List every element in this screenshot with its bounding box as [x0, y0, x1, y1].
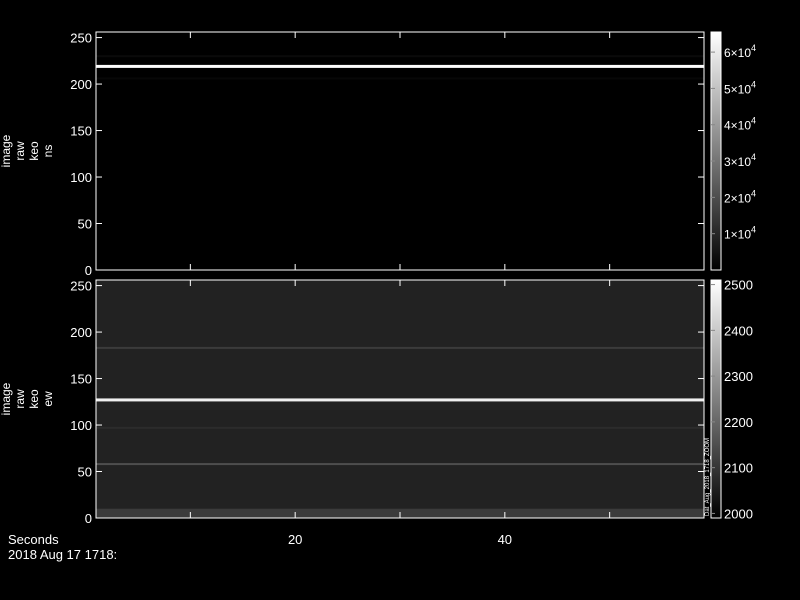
colorbar-tick-label: 2000 [724, 506, 753, 521]
heatmap-image-ns [96, 32, 704, 270]
panel-ns: 0 50 100 150 200 250 image raw keo ns 1×104 2×104… [0, 31, 756, 278]
y-label-word: image [0, 382, 13, 415]
x-axis-title: Seconds [8, 532, 59, 547]
x-tick-label: 40 [498, 532, 512, 547]
y-tick-label: 0 [85, 263, 92, 278]
date-label: 2018 Aug 17 1718: [8, 547, 117, 562]
y-axis-label-ns: image raw keo ns [0, 134, 55, 167]
colorbar-ew: 2000 2100 2200 2300 2400 2500 Dat_Aug_2018_17… [705, 278, 753, 522]
colorbar-tick-label: 2400 [724, 323, 753, 338]
colorbar-tick-label: 5×104 [724, 79, 756, 96]
heatmap-feature-row [96, 77, 704, 80]
heatmap-feature-row [96, 64, 704, 68]
y-tick-label: 50 [78, 465, 92, 480]
colorbar-ns: 1×104 2×104 3×104 4×104 5×104 6×104 [710, 31, 756, 271]
colorbar-tick-label: 3×104 [724, 152, 756, 169]
y-tick-label: 100 [70, 170, 92, 185]
colorbar-gradient-ns [710, 31, 722, 271]
panel-ew: 0 50 100 150 200 250 image raw keo ew 2000 2100 22… [0, 278, 753, 526]
colorbar-tick-label: 2×104 [724, 188, 756, 205]
y-label-word: raw [13, 389, 27, 409]
heatmap-feature-row [96, 346, 704, 349]
y-label-word: image [0, 134, 13, 167]
y-tick-label: 100 [70, 418, 92, 433]
y-label-word: keo [27, 141, 41, 161]
x-axis-labels: 20 40 [288, 532, 512, 547]
y-tick-label: 150 [70, 124, 92, 139]
colorbar-tick-label: 2300 [724, 369, 753, 384]
y-tick-label: 50 [78, 217, 92, 232]
y-tick-label: 200 [70, 77, 92, 92]
y-tick-label: 250 [70, 279, 92, 294]
colorbar-tick-label: 2200 [724, 415, 753, 430]
colorbar-gradient-ew [710, 279, 722, 519]
y-label-word: ew [41, 391, 55, 407]
y-axis-label-ew: image raw keo ew [0, 382, 55, 415]
y-tick-label: 0 [85, 511, 92, 526]
colorbar-tick-label: 2100 [724, 461, 753, 476]
heatmap-image-ew [96, 280, 704, 518]
heatmap-feature-row [96, 463, 704, 466]
keogram-figure: 050100150200250 image raw keo ns 1×1042×104… [0, 31, 756, 562]
colorbar-tick-label: 6×104 [724, 43, 756, 60]
colorbar-tick-label: 2500 [724, 278, 753, 293]
x-tick-label: 20 [288, 532, 302, 547]
heatmap-feature-row [96, 55, 704, 58]
y-tick-label: 200 [70, 325, 92, 340]
heatmap-feature-row [96, 426, 704, 429]
y-label-word: keo [27, 389, 41, 409]
y-tick-label: 150 [70, 372, 92, 387]
colorbar-tick-label: 4×104 [724, 116, 756, 133]
colorbar-side-label: Dat_Aug_2018_1718_ZOOM [705, 438, 711, 516]
y-label-word: ns [41, 145, 55, 158]
colorbar-tick-label: 1×104 [724, 225, 756, 242]
y-tick-label: 250 [70, 31, 92, 46]
heatmap-feature-row [96, 398, 704, 402]
y-label-word: raw [13, 141, 27, 161]
